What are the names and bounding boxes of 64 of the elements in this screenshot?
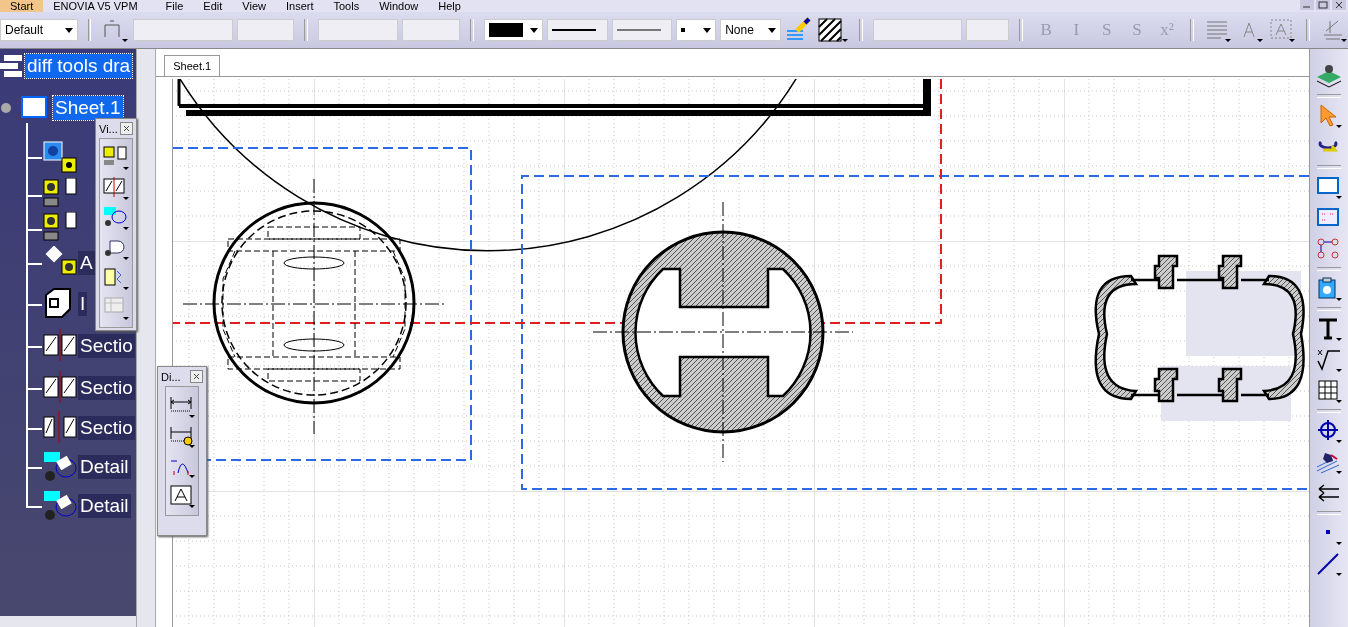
menu-item[interactable]: File bbox=[155, 0, 194, 12]
close-icon[interactable] bbox=[190, 370, 203, 383]
line-sample-icon bbox=[616, 28, 661, 32]
paintbrush-icon[interactable] bbox=[784, 17, 813, 43]
toolbar-title: Vi... bbox=[99, 122, 118, 135]
table-icon[interactable] bbox=[1315, 378, 1344, 404]
menu-item[interactable]: Insert bbox=[275, 0, 324, 12]
line-weight-dropdown[interactable] bbox=[546, 19, 608, 41]
broken-view-icon[interactable] bbox=[102, 265, 130, 291]
view-icon[interactable] bbox=[42, 450, 78, 484]
menu-item[interactable]: Window bbox=[369, 0, 429, 12]
caret-icon bbox=[767, 27, 776, 33]
line-type-dropdown[interactable] bbox=[611, 19, 673, 41]
style-dropdown[interactable]: Default bbox=[0, 19, 78, 41]
tree-item[interactable]: diff tools dra bbox=[25, 54, 133, 78]
menu-item[interactable]: ENOVIA V5 VPM bbox=[43, 0, 148, 12]
view-icon[interactable] bbox=[42, 371, 78, 405]
caret-icon bbox=[529, 27, 538, 33]
vertical-scrollbar[interactable] bbox=[136, 49, 157, 627]
tree-item[interactable]: I bbox=[78, 292, 88, 316]
drawing-icon bbox=[0, 53, 24, 79]
rectangle-icon[interactable] bbox=[1315, 174, 1344, 200]
formula-icon[interactable] bbox=[1315, 347, 1344, 373]
view-icon[interactable] bbox=[42, 411, 78, 445]
clipboard-icon[interactable] bbox=[1315, 276, 1344, 302]
view-icon[interactable] bbox=[42, 329, 78, 363]
fill-dropdown[interactable]: None bbox=[720, 19, 781, 41]
point-dropdown[interactable] bbox=[676, 19, 717, 41]
color-swatch bbox=[489, 23, 524, 37]
color-dropdown[interactable] bbox=[484, 19, 543, 41]
menu-item[interactable]: Edit bbox=[193, 0, 233, 12]
projection-view-icon[interactable] bbox=[102, 145, 130, 171]
sheet-tab[interactable]: Sheet.1 bbox=[164, 55, 221, 76]
line-icon[interactable] bbox=[1315, 551, 1344, 577]
caret-icon bbox=[64, 27, 73, 33]
tree-item[interactable]: A bbox=[78, 251, 95, 275]
close-icon[interactable] bbox=[1332, 0, 1346, 10]
toolbar-title: Di... bbox=[161, 370, 182, 383]
crosshair-icon[interactable] bbox=[1315, 418, 1344, 444]
tree-item[interactable]: Detail bbox=[78, 494, 131, 518]
point-icon bbox=[681, 28, 686, 32]
line-sample-icon bbox=[551, 28, 596, 32]
tree-item[interactable]: Sectio bbox=[78, 334, 135, 358]
framed-text-icon[interactable] bbox=[168, 483, 196, 509]
connector-icon bbox=[0, 102, 12, 114]
section-view-icon[interactable] bbox=[102, 175, 130, 201]
close-icon[interactable] bbox=[120, 122, 133, 135]
caret-icon bbox=[703, 27, 712, 33]
menu-item[interactable]: Start bbox=[0, 0, 44, 12]
view-icon[interactable] bbox=[42, 140, 78, 174]
hatching-icon[interactable] bbox=[816, 17, 849, 43]
detail-view-icon[interactable] bbox=[102, 205, 130, 231]
view-icon[interactable] bbox=[42, 489, 78, 523]
sheet-icon bbox=[20, 95, 50, 121]
view-cube-icon[interactable] bbox=[1315, 63, 1344, 89]
menu-item[interactable]: View bbox=[232, 0, 276, 12]
menu-item[interactable]: Tools bbox=[323, 0, 370, 12]
tree-item[interactable]: Sectio bbox=[78, 376, 135, 400]
menu-item[interactable]: Help bbox=[428, 0, 471, 12]
tree-item[interactable]: Sectio bbox=[78, 416, 135, 440]
tree-item[interactable]: Sheet.1 bbox=[53, 96, 123, 120]
tree-item[interactable]: Detail bbox=[78, 455, 131, 479]
maximize-icon[interactable] bbox=[1316, 0, 1330, 10]
horizontal-scrollbar[interactable] bbox=[0, 616, 137, 627]
